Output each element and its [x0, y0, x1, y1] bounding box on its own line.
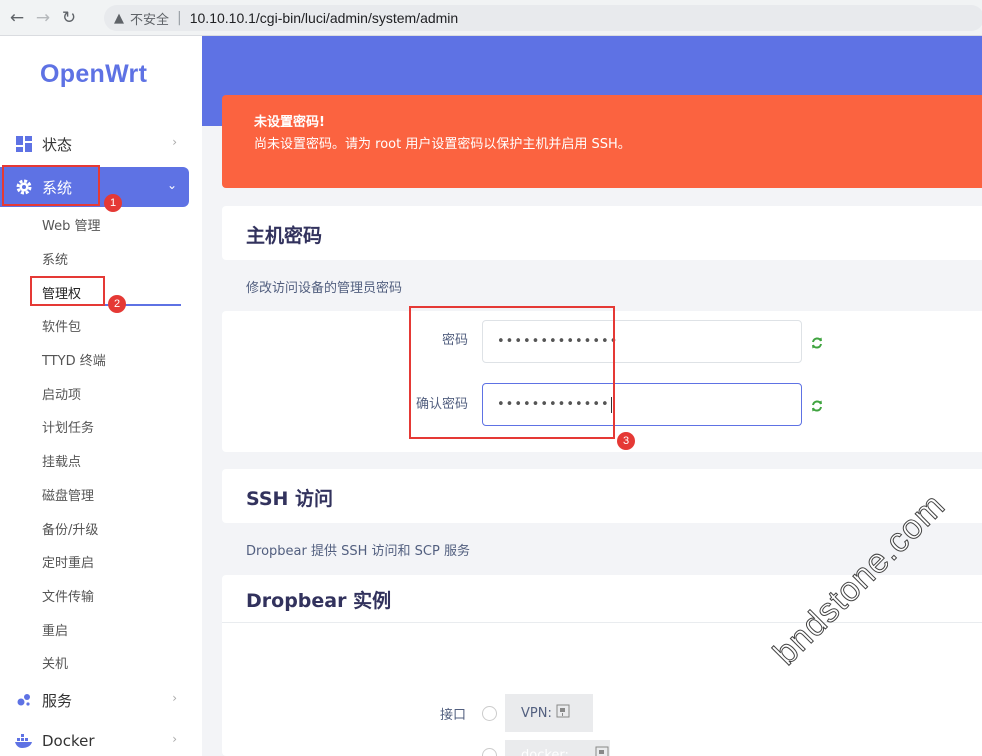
annotation-badge-3: 3 — [617, 432, 635, 450]
menu-label-services: 服务 — [42, 691, 73, 710]
submenu-backup-upgrade[interactable]: 备份/升级 — [42, 519, 98, 538]
annotation-box-system — [2, 165, 100, 206]
menu-item-docker[interactable]: Docker › — [0, 721, 189, 756]
network-icon — [556, 704, 570, 722]
reveal-confirm-password-icon[interactable] — [810, 398, 824, 412]
chevron-right-icon: › — [172, 732, 177, 746]
ssh-section-title: SSH 访问 — [246, 488, 334, 510]
sidebar: OpenWrt 状态 › 系统 ⌄ Web 管理 系统 管理权 软件包 TTYD… — [0, 36, 202, 756]
card-divider — [222, 622, 982, 623]
dropbear-instance-card: Dropbear 实例 — [222, 575, 982, 756]
annotation-box-password-fields — [409, 306, 615, 439]
submenu-scheduled-reboot[interactable]: 定时重启 — [42, 552, 94, 571]
submenu-web-admin[interactable]: Web 管理 — [42, 215, 100, 234]
password-section-description: 修改访问设备的管理员密码 — [246, 281, 403, 296]
browser-toolbar: ← → ↻ ▲ 不安全 | 10.10.10.1/cgi-bin/luci/ad… — [0, 0, 982, 36]
dropbear-section-title: Dropbear 实例 — [246, 590, 392, 612]
warning-icon[interactable]: ▲ — [114, 11, 124, 26]
submenu-disk-management[interactable]: 磁盘管理 — [42, 485, 94, 504]
chevron-down-icon: ⌄ — [166, 178, 177, 192]
puzzle-icon — [14, 690, 34, 710]
interface-chip-docker[interactable]: docker: — [505, 740, 610, 756]
annotation-box-administration — [30, 276, 105, 306]
logo[interactable]: OpenWrt — [40, 60, 147, 89]
chevron-right-icon: › — [172, 691, 177, 705]
interface-radio-docker[interactable] — [482, 748, 497, 756]
menu-item-status[interactable]: 状态 › — [0, 124, 189, 164]
chevron-right-icon: › — [172, 135, 177, 149]
password-section-title: 主机密码 — [246, 225, 323, 247]
alert-title: 未设置密码! — [254, 115, 325, 130]
submenu-scheduled-tasks[interactable]: 计划任务 — [42, 417, 94, 436]
no-password-alert: 未设置密码! 尚未设置密码。请为 root 用户设置密码以保护主机并启用 SSH… — [222, 95, 982, 188]
dashboard-icon — [14, 134, 34, 154]
menu-label-status: 状态 — [42, 135, 73, 154]
network-icon — [595, 746, 609, 756]
interface-docker-label: docker: — [521, 747, 569, 756]
submenu-system[interactable]: 系统 — [42, 249, 68, 268]
insecure-label[interactable]: 不安全 — [130, 9, 169, 28]
menu-label-docker: Docker — [42, 732, 95, 750]
annotation-badge-1: 1 — [104, 194, 122, 212]
forward-icon[interactable]: → — [30, 5, 56, 31]
submenu-mount-points[interactable]: 挂载点 — [42, 451, 81, 470]
reveal-password-icon[interactable] — [810, 335, 824, 349]
docker-icon — [14, 731, 34, 751]
interface-radio-vpn[interactable] — [482, 706, 497, 721]
submenu-reboot[interactable]: 重启 — [42, 620, 68, 639]
interface-vpn-label: VPN: — [521, 705, 552, 721]
reload-icon[interactable]: ↻ — [56, 5, 82, 31]
annotation-badge-2: 2 — [108, 295, 126, 313]
ssh-section-header: SSH 访问 — [222, 469, 982, 523]
address-bar[interactable]: ▲ 不安全 | 10.10.10.1/cgi-bin/luci/admin/sy… — [104, 5, 982, 31]
password-section-header: 主机密码 — [222, 206, 982, 260]
interface-label: 接口 — [440, 708, 467, 723]
interface-chip-vpn[interactable]: VPN: — [505, 694, 593, 732]
submenu-software[interactable]: 软件包 — [42, 316, 81, 335]
url-divider: | — [177, 10, 182, 26]
submenu-shutdown[interactable]: 关机 — [42, 653, 68, 672]
ssh-section-description: Dropbear 提供 SSH 访问和 SCP 服务 — [246, 544, 470, 559]
submenu-file-transfer[interactable]: 文件传输 — [42, 586, 94, 605]
alert-message: 尚未设置密码。请为 root 用户设置密码以保护主机并启用 SSH。 — [254, 137, 631, 152]
url-text[interactable]: 10.10.10.1/cgi-bin/luci/admin/system/adm… — [190, 10, 458, 26]
back-icon[interactable]: ← — [4, 5, 30, 31]
menu-item-services[interactable]: 服务 › — [0, 680, 189, 720]
submenu-ttyd[interactable]: TTYD 终端 — [42, 350, 106, 369]
submenu-startup[interactable]: 启动项 — [42, 384, 81, 403]
